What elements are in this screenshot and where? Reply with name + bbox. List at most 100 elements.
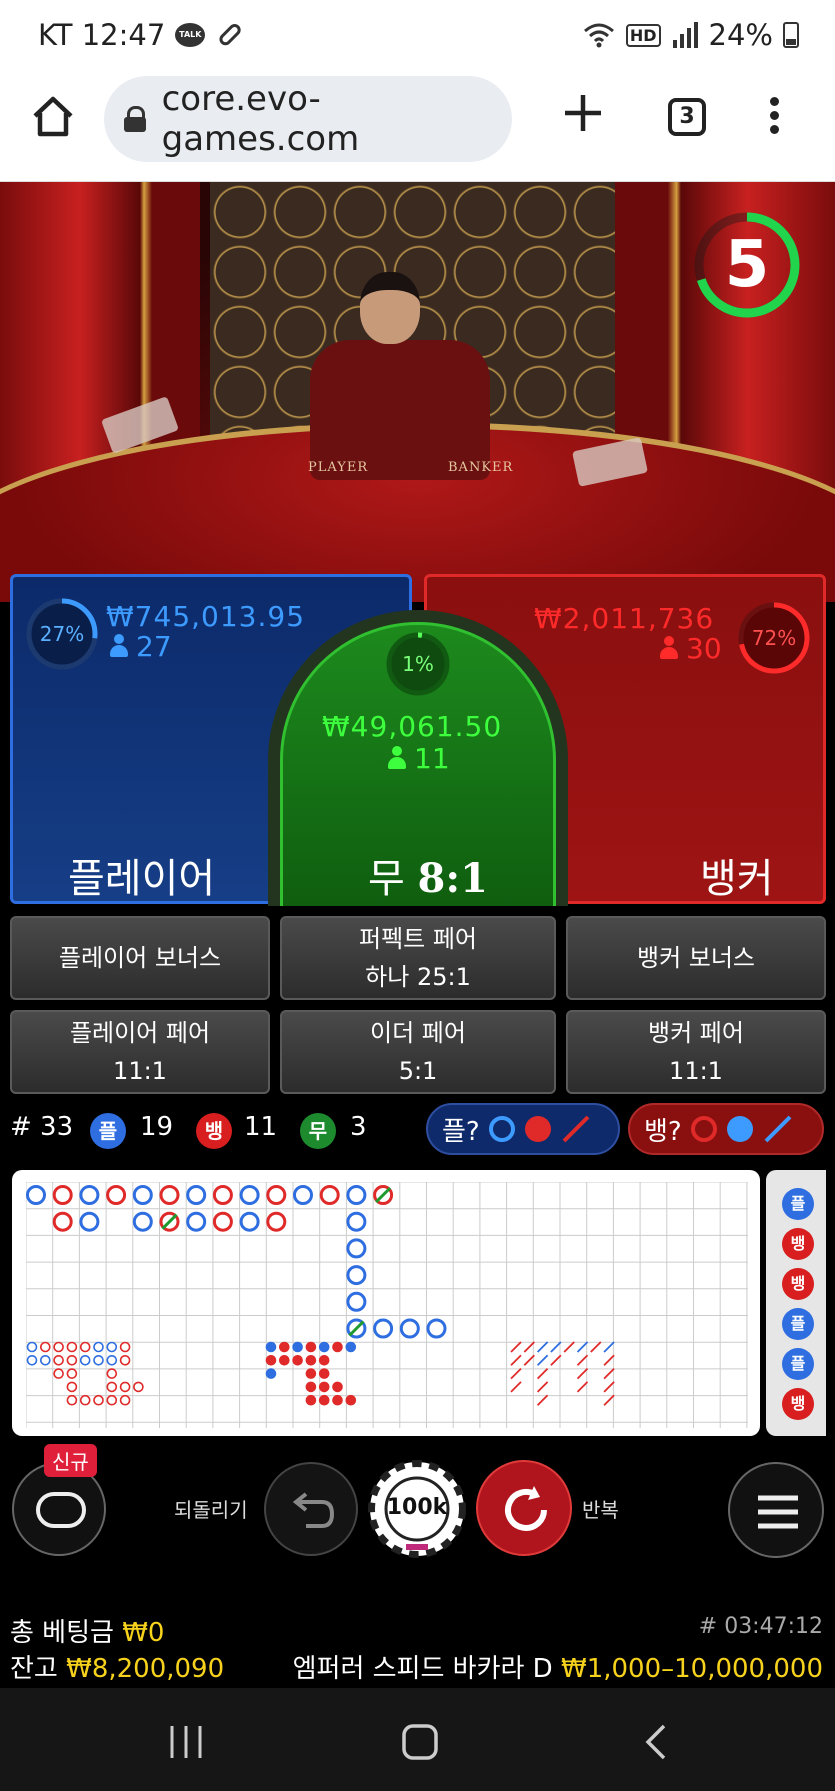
game-id: # 03:47:12 xyxy=(698,1614,823,1639)
road-mark xyxy=(266,1185,287,1205)
road-mark xyxy=(399,1318,420,1339)
side-bead-road[interactable]: 플뱅뱅플플뱅 xyxy=(766,1170,826,1436)
road-mark xyxy=(93,1355,104,1366)
side-road-bead: 뱅 xyxy=(782,1228,814,1260)
url-field[interactable]: core.evo-games.com xyxy=(104,76,512,162)
player-wins: 19 xyxy=(140,1112,174,1142)
road-mark xyxy=(319,1185,340,1205)
road-mark xyxy=(66,1368,78,1379)
road-mark xyxy=(53,1341,64,1353)
recents-icon[interactable] xyxy=(166,1724,206,1760)
table-name: 엠퍼러 스피드 바카라 D xyxy=(292,1654,553,1684)
tie-bettor-count: 11 xyxy=(414,742,450,775)
chip-value: 100k xyxy=(386,1495,448,1520)
home-icon[interactable] xyxy=(30,94,76,140)
scoreboard-roads[interactable] xyxy=(12,1170,760,1436)
road-mark xyxy=(265,1341,277,1353)
home-nav-icon[interactable] xyxy=(400,1722,440,1762)
banker-bettor-count: 30 xyxy=(686,632,722,665)
road-mark xyxy=(536,1394,549,1406)
road-mark xyxy=(53,1368,64,1379)
repeat-button[interactable] xyxy=(476,1460,572,1556)
road-mark xyxy=(536,1367,549,1380)
road-mark xyxy=(603,1354,615,1366)
tabs-icon[interactable]: 3 xyxy=(668,98,706,136)
back-icon[interactable] xyxy=(636,1722,676,1762)
lock-icon xyxy=(124,106,146,132)
perfect-pair-button[interactable]: 퍼펙트 페어하나 25:1 xyxy=(280,916,556,1000)
player-pair-button[interactable]: 플레이어 페어 11:1 xyxy=(10,1010,270,1094)
hamburger-icon xyxy=(758,1495,798,1529)
road-mark xyxy=(93,1394,104,1406)
menu-button[interactable] xyxy=(728,1462,824,1558)
perfect-pair-odds: 하나 25:1 xyxy=(365,963,471,991)
road-mark xyxy=(106,1381,118,1393)
either-pair-odds: 5:1 xyxy=(398,1057,438,1085)
total-bet: 총 베팅금 ₩0 xyxy=(10,1612,164,1649)
side-road-bead: 뱅 xyxy=(782,1268,814,1300)
road-mark xyxy=(536,1341,549,1353)
banker-pair-odds: 11:1 xyxy=(669,1057,723,1085)
road-mark xyxy=(375,1186,392,1204)
banker-label: 뱅커 xyxy=(700,856,774,902)
banker-ask-button[interactable]: 뱅? xyxy=(628,1103,824,1155)
road-mark xyxy=(26,1355,38,1366)
road-mark xyxy=(52,1185,73,1205)
road-mark xyxy=(373,1318,394,1339)
banker-pair-button[interactable]: 뱅커 페어 11:1 xyxy=(566,1010,826,1094)
repeat-icon xyxy=(505,1486,547,1531)
road-mark xyxy=(510,1354,522,1366)
battery-percent: 24% xyxy=(708,18,773,52)
road-mark xyxy=(346,1291,367,1312)
road-mark xyxy=(345,1341,357,1353)
ask-road-preview-icon xyxy=(690,1115,792,1143)
player-ask-button[interactable]: 플? xyxy=(426,1103,620,1155)
road-mark xyxy=(292,1341,303,1353)
wifi-icon xyxy=(583,23,614,48)
kakaotalk-icon: TALK xyxy=(175,23,206,47)
road-mark xyxy=(348,1320,365,1337)
banker-total-amount: ₩2,011,736 xyxy=(534,602,715,635)
road-mark xyxy=(346,1211,367,1232)
road-mark xyxy=(346,1238,367,1259)
road-mark xyxy=(305,1355,317,1366)
side-road-bead: 뱅 xyxy=(782,1388,814,1420)
more-icon[interactable] xyxy=(762,94,786,140)
road-mark xyxy=(318,1381,330,1393)
road-mark xyxy=(106,1368,118,1379)
tie-percent: 1% xyxy=(402,652,434,676)
perfect-pair-label: 퍼펙트 페어 xyxy=(358,925,478,953)
road-mark xyxy=(305,1368,317,1379)
battery-icon xyxy=(783,22,799,48)
balance: 잔고 ₩8,200,090 xyxy=(10,1648,224,1685)
undo-label: 되돌리기 xyxy=(174,1498,248,1522)
road-mark xyxy=(106,1341,118,1353)
plus-icon[interactable] xyxy=(560,90,606,136)
banker-badge: 뱅 xyxy=(196,1113,232,1149)
side-road-bead: 플 xyxy=(782,1348,814,1380)
road-mark xyxy=(119,1381,131,1393)
banker-bettors: 30 xyxy=(660,632,722,665)
road-mark xyxy=(79,1185,100,1205)
person-icon xyxy=(110,634,128,658)
new-badge: 신규 xyxy=(44,1444,97,1477)
road-mark xyxy=(536,1381,549,1393)
dealer xyxy=(300,272,500,480)
player-bonus-button[interactable]: 플레이어 보너스 xyxy=(10,916,270,1000)
undo-button[interactable] xyxy=(264,1462,358,1556)
player-bonus-label: 플레이어 보너스 xyxy=(58,944,222,972)
road-mark xyxy=(576,1381,589,1393)
road-mark xyxy=(576,1354,589,1366)
road-mark xyxy=(159,1185,180,1205)
either-pair-button[interactable]: 이더 페어 5:1 xyxy=(280,1010,556,1094)
road-mark xyxy=(79,1394,91,1406)
road-mark xyxy=(332,1394,343,1406)
road-mark xyxy=(332,1341,343,1353)
road-mark xyxy=(318,1355,330,1366)
player-pair-label: 플레이어 페어 xyxy=(69,1019,211,1047)
status-bar: KT 12:47 TALK HD 24% xyxy=(0,0,835,72)
road-mark xyxy=(550,1341,562,1353)
road-mark xyxy=(266,1211,287,1232)
banker-bonus-button[interactable]: 뱅커 보너스 xyxy=(566,916,826,1000)
table-info: 엠퍼러 스피드 바카라 D ₩1,000–10,000,000 xyxy=(293,1648,823,1685)
